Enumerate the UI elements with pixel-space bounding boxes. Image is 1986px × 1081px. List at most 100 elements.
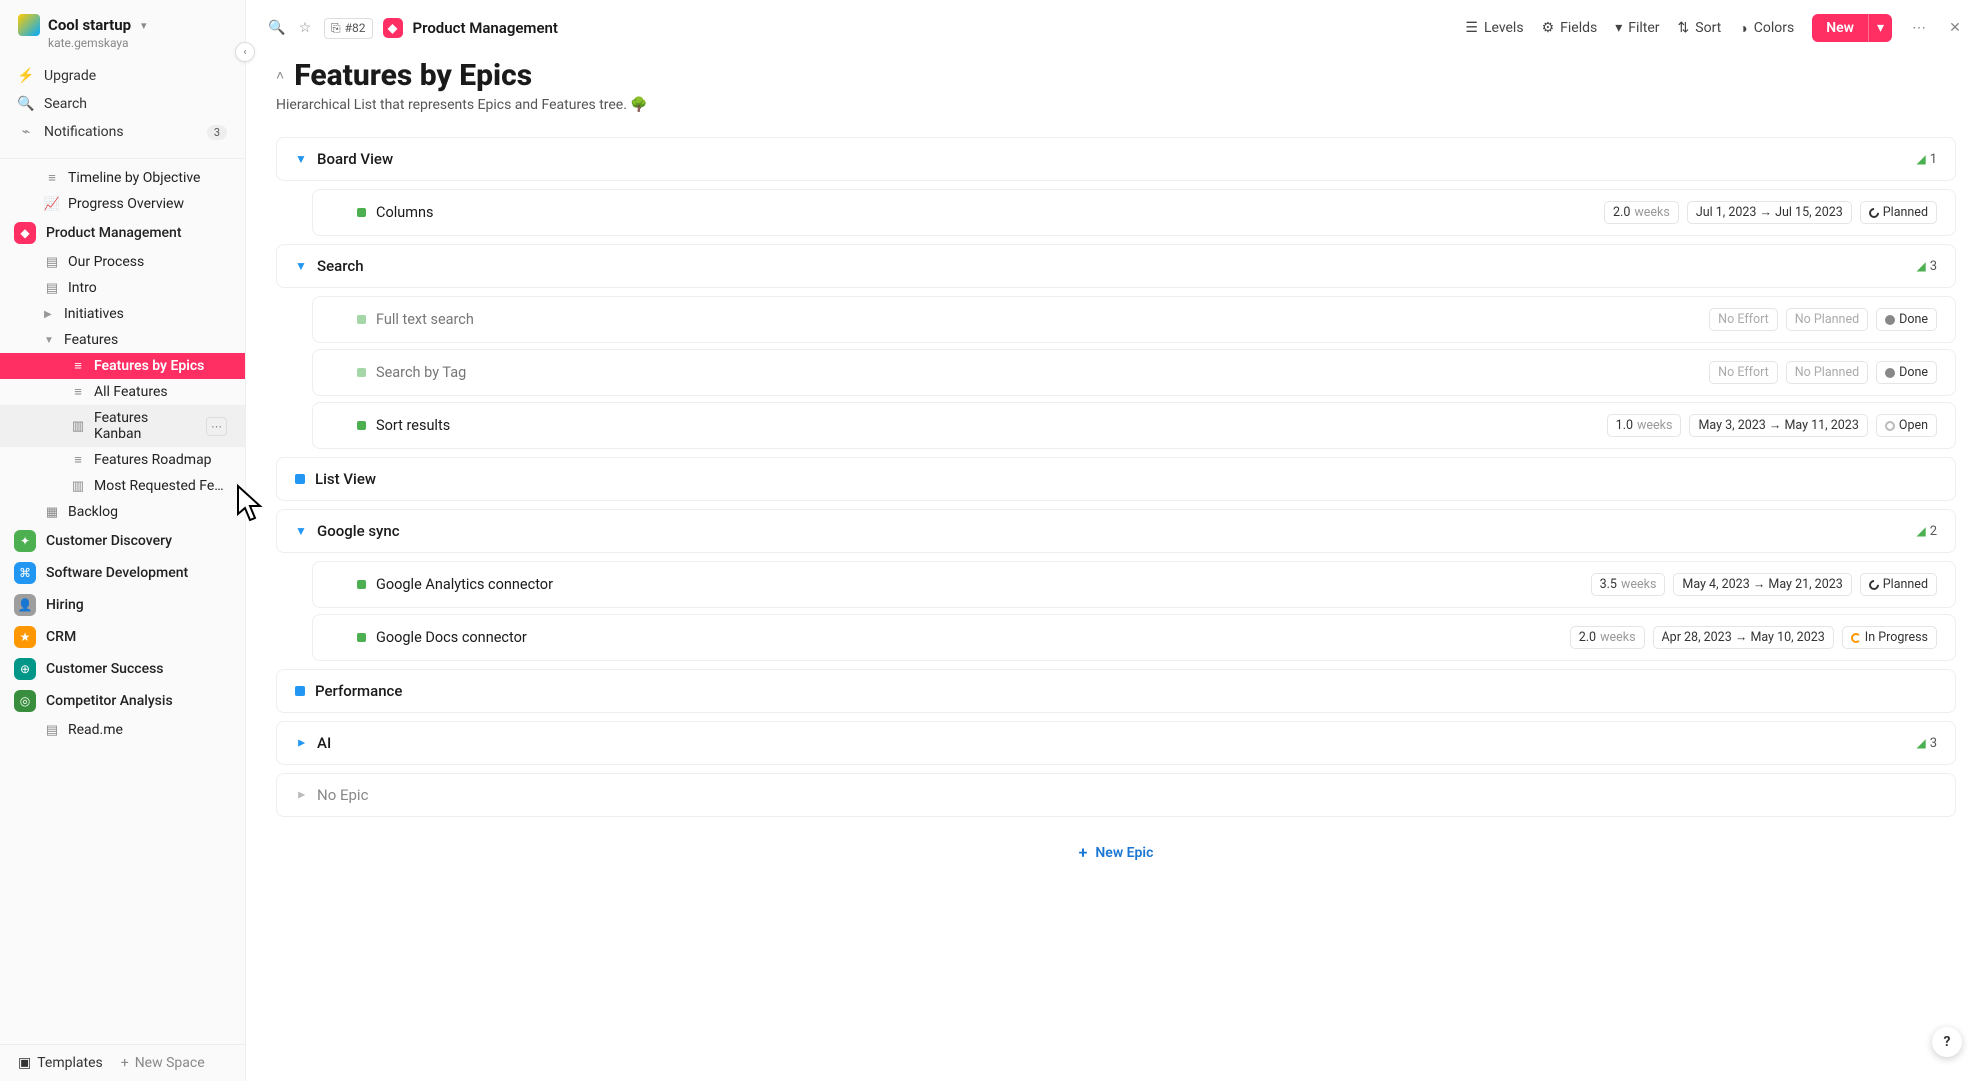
- templates-button[interactable]: ▣ Templates: [18, 1055, 103, 1071]
- dates-tag[interactable]: May 3, 2023 → May 11, 2023: [1689, 414, 1867, 437]
- fields-button[interactable]: ⚙Fields: [1542, 20, 1598, 36]
- nav-features-kanban[interactable]: ▥ Features Kanban ⋯: [0, 405, 245, 447]
- status-tag[interactable]: Planned: [1860, 201, 1937, 224]
- colors-button[interactable]: ◑Colors: [1739, 20, 1794, 37]
- colors-icon: ◑: [1739, 20, 1747, 37]
- search-label: Search: [44, 96, 87, 112]
- feature-row-sort[interactable]: Sort results 1.0weeks May 3, 2023 → May …: [312, 402, 1956, 449]
- chevron-down-icon[interactable]: ▼: [295, 259, 307, 273]
- epic-row-performance[interactable]: Performance: [276, 669, 1956, 713]
- nav-timeline[interactable]: ≡ Timeline by Objective: [0, 165, 245, 191]
- space-software-dev[interactable]: ⌘ Software Development: [0, 557, 245, 589]
- workspace-header[interactable]: Cool startup ▾ kate.gemskaya: [0, 0, 245, 56]
- effort-tag[interactable]: 2.0weeks: [1604, 201, 1679, 224]
- dates-tag[interactable]: Jul 1, 2023 → Jul 15, 2023: [1687, 201, 1852, 224]
- breadcrumb-space[interactable]: ◆ Product Management: [383, 18, 558, 38]
- space-product-management[interactable]: ◆ Product Management: [0, 217, 245, 249]
- status-tag[interactable]: Open: [1876, 414, 1937, 437]
- space-hiring[interactable]: 👤 Hiring: [0, 589, 245, 621]
- nav-features[interactable]: ▼ Features: [0, 327, 245, 353]
- effort-tag[interactable]: 1.0weeks: [1607, 414, 1682, 437]
- nav-label: Competitor Analysis: [46, 693, 173, 709]
- chevron-down-icon[interactable]: ▼: [295, 524, 307, 538]
- epic-name: Board View: [317, 150, 393, 168]
- nav-readme[interactable]: ▤ Read.me: [0, 717, 245, 743]
- collapse-page-icon[interactable]: ˄: [276, 67, 284, 84]
- chevron-right-icon[interactable]: ▼: [294, 737, 308, 749]
- kanban-icon: ▥: [70, 418, 86, 434]
- status-tag[interactable]: Planned: [1860, 573, 1937, 596]
- status-tag[interactable]: In Progress: [1842, 626, 1937, 649]
- chevron-right-icon[interactable]: ▼: [294, 789, 308, 801]
- nav-label: Features by Epics: [94, 358, 204, 374]
- effort-tag[interactable]: 3.5weeks: [1591, 573, 1666, 596]
- chevron-right-icon: ▶: [44, 309, 56, 320]
- filter-button[interactable]: ▾Filter: [1615, 20, 1659, 36]
- space-icon: ◎: [14, 690, 36, 712]
- upgrade-icon: ⚡: [18, 68, 34, 84]
- nav-features-roadmap[interactable]: ≡ Features Roadmap: [0, 447, 245, 473]
- space-icon: ◆: [383, 18, 403, 38]
- dates-tag[interactable]: May 4, 2023 → May 21, 2023: [1673, 573, 1851, 596]
- feature-name: Google Docs connector: [376, 629, 527, 646]
- help-button[interactable]: ?: [1932, 1027, 1962, 1057]
- dates-tag[interactable]: No Planned: [1786, 308, 1868, 331]
- upgrade-link[interactable]: ⚡ Upgrade: [0, 62, 245, 90]
- space-customer-success[interactable]: ⊕ Customer Success: [0, 653, 245, 685]
- dates-tag[interactable]: Apr 28, 2023 → May 10, 2023: [1653, 626, 1834, 649]
- space-customer-discovery[interactable]: ✦ Customer Discovery: [0, 525, 245, 557]
- nav-our-process[interactable]: ▤ Our Process: [0, 249, 245, 275]
- collapse-sidebar-button[interactable]: ‹: [235, 42, 255, 62]
- status-tag[interactable]: Done: [1876, 308, 1937, 331]
- effort-tag[interactable]: No Effort: [1709, 308, 1778, 331]
- new-epic-label: New Epic: [1095, 845, 1153, 861]
- nav-all-features[interactable]: ≡ All Features: [0, 379, 245, 405]
- feature-row-ga[interactable]: Google Analytics connector 3.5weeks May …: [312, 561, 1956, 608]
- feature-row-gd[interactable]: Google Docs connector 2.0weeks Apr 28, 2…: [312, 614, 1956, 661]
- nav-tree: ≡ Timeline by Objective 📈 Progress Overv…: [0, 165, 245, 1044]
- feature-row-columns[interactable]: Columns 2.0weeks Jul 1, 2023 → Jul 15, 2…: [312, 189, 1956, 236]
- page-icon: ▤: [44, 254, 60, 270]
- epic-row-board-view[interactable]: ▼ Board View ◢1: [276, 137, 1956, 181]
- status-tag[interactable]: Done: [1876, 361, 1937, 384]
- close-button[interactable]: ✕: [1946, 19, 1964, 37]
- nav-progress[interactable]: 📈 Progress Overview: [0, 191, 245, 217]
- ref-chip[interactable]: ⎘ #82: [324, 18, 373, 39]
- new-button[interactable]: New: [1812, 14, 1868, 42]
- space-competitor[interactable]: ◎ Competitor Analysis: [0, 685, 245, 717]
- epic-row-ai[interactable]: ▼ AI ◢3: [276, 721, 1956, 765]
- epic-row-search[interactable]: ▼ Search ◢3: [276, 244, 1956, 288]
- link-icon: ⎘: [331, 21, 341, 36]
- effort-tag[interactable]: 2.0weeks: [1570, 626, 1645, 649]
- epic-row-no-epic[interactable]: ▼ No Epic: [276, 773, 1956, 817]
- nav-initiatives[interactable]: ▶ Initiatives: [0, 301, 245, 327]
- nav-intro[interactable]: ▤ Intro: [0, 275, 245, 301]
- effort-tag[interactable]: No Effort: [1709, 361, 1778, 384]
- favorite-button[interactable]: ☆: [296, 19, 314, 37]
- notifications-link[interactable]: ⌁ Notifications 3: [0, 118, 245, 146]
- dates-tag[interactable]: No Planned: [1786, 361, 1868, 384]
- search-button[interactable]: 🔍: [268, 19, 286, 37]
- chevron-down-icon[interactable]: ▼: [295, 152, 307, 166]
- epic-row-list-view[interactable]: List View: [276, 457, 1956, 501]
- new-space-button[interactable]: + New Space: [121, 1055, 205, 1071]
- new-dropdown-button[interactable]: ▾: [1868, 14, 1892, 42]
- nav-label: Hiring: [46, 597, 84, 613]
- nav-backlog[interactable]: ▦ Backlog: [0, 499, 245, 525]
- space-crm[interactable]: ★ CRM: [0, 621, 245, 653]
- feature-row-fulltext[interactable]: Full text search No Effort No Planned Do…: [312, 296, 1956, 343]
- nav-most-requested[interactable]: ▥ Most Requested Fe…: [0, 473, 245, 499]
- new-epic-button[interactable]: + New Epic: [276, 825, 1956, 880]
- child-count: ◢2: [1916, 524, 1937, 539]
- feature-icon: ◢: [1916, 524, 1925, 538]
- chevron-down-icon[interactable]: ▾: [141, 19, 147, 32]
- levels-button[interactable]: ☰Levels: [1465, 20, 1523, 36]
- item-more-button[interactable]: ⋯: [206, 417, 227, 436]
- search-link[interactable]: 🔍 Search: [0, 90, 245, 118]
- epic-row-google-sync[interactable]: ▼ Google sync ◢2: [276, 509, 1956, 553]
- space-icon: ◆: [14, 222, 36, 244]
- feature-row-search-tag[interactable]: Search by Tag No Effort No Planned Done: [312, 349, 1956, 396]
- sort-button[interactable]: ⇅Sort: [1678, 20, 1722, 36]
- nav-features-by-epics[interactable]: ≡ Features by Epics: [0, 353, 245, 379]
- more-button[interactable]: ⋯: [1910, 19, 1928, 37]
